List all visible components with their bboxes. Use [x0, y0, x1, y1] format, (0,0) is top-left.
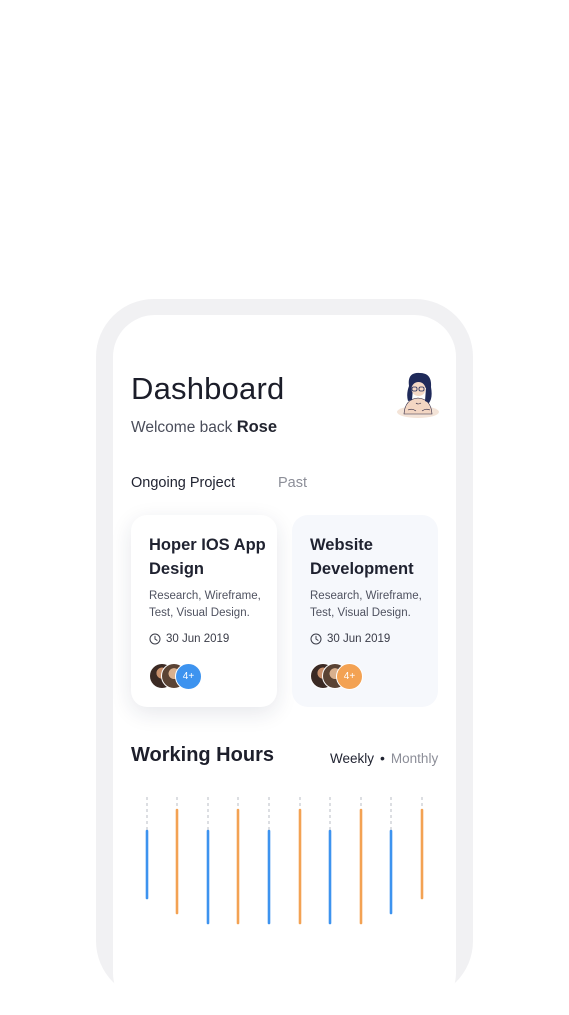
more-members-badge: 4+ [336, 663, 363, 690]
project-date: 30 Jun 2019 [310, 633, 390, 645]
project-date-text: 30 Jun 2019 [327, 633, 391, 645]
separator-dot: • [380, 750, 385, 766]
user-name: Rose [236, 418, 278, 436]
tab-past[interactable]: Past [278, 475, 307, 491]
range-selector: Weekly • Monthly [330, 750, 438, 766]
welcome-text: Welcome back [131, 419, 233, 436]
project-title: Website Development [310, 536, 414, 578]
working-hours-chart [145, 797, 424, 925]
project-tags: Research, Wireframe, Test, Visual Design… [149, 590, 261, 619]
project-card[interactable]: Hoper IOS App Design Research, Wireframe… [131, 515, 277, 707]
tab-ongoing-project[interactable]: Ongoing Project [131, 475, 235, 491]
project-title: Hoper IOS App Design [149, 536, 266, 578]
working-hours-title: Working Hours [131, 744, 274, 766]
team-members[interactable]: 4+ [310, 663, 390, 690]
page-title: Dashboard [131, 371, 285, 406]
user-avatar[interactable] [395, 370, 441, 418]
phone-screen: Dashboard Welcome back Rose Ongoing Proj… [113, 315, 456, 1015]
project-date-text: 30 Jun 2019 [166, 633, 230, 645]
range-weekly[interactable]: Weekly [330, 751, 374, 766]
project-date: 30 Jun 2019 [149, 633, 229, 645]
more-members-badge: 4+ [175, 663, 202, 690]
range-monthly[interactable]: Monthly [391, 751, 438, 766]
team-members[interactable]: 4+ [149, 663, 229, 690]
clock-icon [310, 633, 322, 645]
project-tags: Research, Wireframe, Test, Visual Design… [310, 590, 422, 619]
welcome-message: Welcome back Rose [131, 418, 277, 437]
clock-icon [149, 633, 161, 645]
project-card[interactable]: Website Development Research, Wireframe,… [292, 515, 438, 707]
